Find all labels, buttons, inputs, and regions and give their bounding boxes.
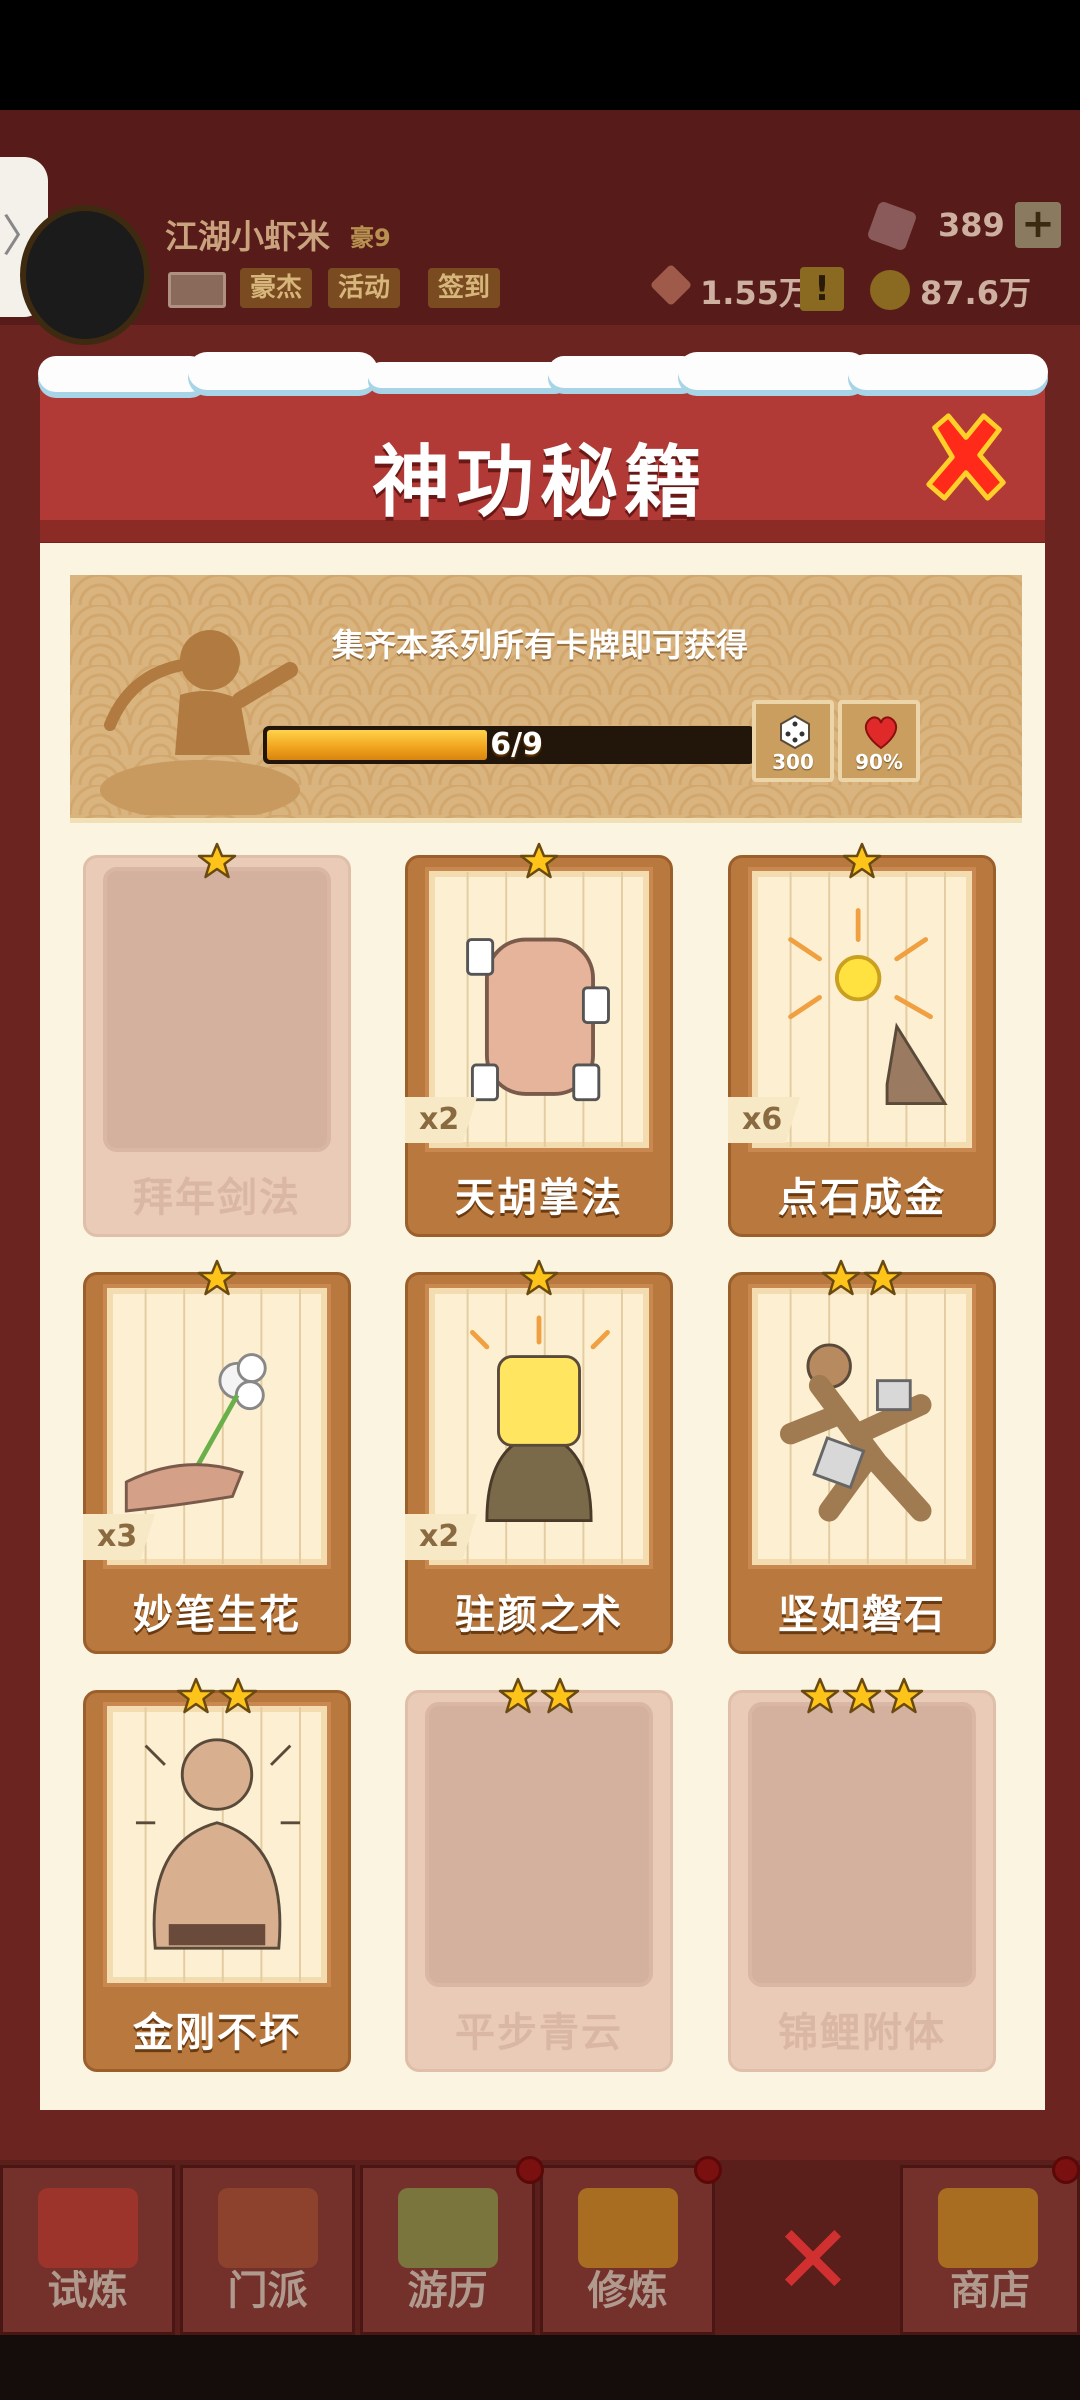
heroes-button[interactable]: 豪杰 — [240, 268, 313, 308]
star-icon — [800, 1677, 840, 1714]
card-stars — [83, 1258, 351, 1302]
cultivate-icon — [578, 2188, 678, 2268]
card-stars — [728, 841, 996, 885]
card-stars — [405, 841, 673, 885]
card-name: 金刚不坏 — [133, 2010, 301, 2056]
nav-travel[interactable]: 游历 — [360, 2165, 535, 2335]
banner-hint-text: 集齐本系列所有卡牌即可获得 — [331, 626, 748, 664]
skill-card[interactable]: x6 点石成金 — [728, 842, 996, 1237]
card-name: 拜年剑法 — [133, 1175, 301, 1221]
star-icon — [197, 1259, 237, 1296]
star-icon — [863, 1259, 903, 1296]
travel-icon — [398, 2188, 498, 2268]
snow-decoration — [38, 352, 1050, 400]
star-icon — [842, 842, 882, 879]
avatar[interactable] — [20, 205, 150, 345]
nav-label: 修炼 — [587, 2268, 668, 2314]
card-name: 天胡掌法 — [455, 1175, 623, 1221]
skill-card[interactable]: 拜年剑法 — [83, 842, 351, 1237]
events-button[interactable]: 活动 — [328, 268, 401, 308]
progress-text: 6/9 — [490, 727, 543, 762]
card-stars — [728, 1258, 996, 1302]
skill-card[interactable]: 锦鲤附体 — [728, 1677, 996, 2072]
skill-card[interactable]: 坚如磐石 — [728, 1259, 996, 1654]
reward-label: 300 — [772, 750, 814, 774]
card-art — [103, 1702, 331, 1987]
card-art — [748, 1702, 976, 1987]
star-icon — [540, 1677, 580, 1714]
rock-icon — [779, 1289, 946, 1564]
shop-icon — [938, 2188, 1038, 2268]
skill-card[interactable]: x2 驻颜之术 — [405, 1259, 673, 1654]
skill-card[interactable]: 平步青云 — [405, 1677, 673, 2072]
card-stars — [728, 1676, 996, 1720]
star-icon — [519, 1259, 559, 1296]
card-stars — [405, 1676, 673, 1720]
gem-count: 389 — [938, 206, 1005, 244]
star-icon — [218, 1677, 258, 1714]
mail-icon[interactable] — [168, 272, 226, 308]
card-art — [103, 867, 331, 1152]
star-icon — [498, 1677, 538, 1714]
card-stars — [405, 1258, 673, 1302]
sect-icon — [218, 2188, 318, 2268]
player-name: 江湖小虾米 — [165, 217, 330, 256]
coin-count: 87.6万 — [920, 274, 1031, 312]
card-art — [748, 1284, 976, 1569]
close-icon — [926, 413, 1006, 501]
card-name: 点石成金 — [778, 1175, 946, 1221]
nav-close-icon[interactable]: ✕ — [768, 2205, 858, 2315]
reward-heart[interactable]: 90% — [838, 700, 920, 782]
trial-icon — [38, 2188, 138, 2268]
card-stars — [83, 841, 351, 885]
skill-card[interactable]: x2 天胡掌法 — [405, 842, 673, 1237]
add-gems-button[interactable]: + — [1015, 202, 1061, 248]
notification-dot — [1052, 2156, 1080, 2184]
nav-trial[interactable]: 试炼 — [0, 2165, 175, 2335]
nav-shop[interactable]: 商店 — [900, 2165, 1080, 2335]
card-name: 妙笔生花 — [133, 1592, 301, 1638]
close-button[interactable] — [917, 408, 1015, 506]
skill-card[interactable]: 金刚不坏 — [83, 1677, 351, 2072]
status-bar — [0, 0, 1080, 110]
card-name: 坚如磐石 — [778, 1592, 946, 1638]
checkin-button[interactable]: 签到 — [428, 268, 501, 308]
card-stars — [83, 1676, 351, 1720]
muscle-icon — [135, 1707, 301, 1982]
card-name: 平步青云 — [455, 2010, 623, 2056]
nav-cultivate[interactable]: 修炼 — [540, 2165, 715, 2335]
nav-sect[interactable]: 门派 — [180, 2165, 355, 2335]
alert-button[interactable]: ! — [800, 267, 844, 311]
player-rank: 豪9 — [350, 224, 391, 252]
power-value: 1.55万 — [700, 274, 811, 312]
star-icon — [842, 1677, 882, 1714]
star-icon — [176, 1677, 216, 1714]
nav-label: 游历 — [407, 2268, 488, 2314]
dice-icon — [780, 714, 810, 750]
nav-label: 试炼 — [47, 2268, 128, 2314]
reward-banner — [70, 575, 1022, 823]
star-icon — [821, 1259, 861, 1296]
skill-card[interactable]: x3 妙笔生花 — [83, 1259, 351, 1654]
reward-dice[interactable]: 300 — [752, 700, 834, 782]
card-name: 锦鲤附体 — [778, 2010, 946, 2056]
card-name: 驻颜之术 — [455, 1592, 623, 1638]
nav-label: 商店 — [950, 2268, 1030, 2314]
heart-icon — [864, 716, 898, 750]
reward-label: 90% — [855, 750, 903, 774]
notification-dot — [694, 2156, 722, 2184]
star-icon — [884, 1677, 924, 1714]
star-icon — [519, 842, 559, 879]
system-nav-bar — [0, 2335, 1080, 2400]
card-art — [425, 1702, 653, 1987]
nav-label: 门派 — [227, 2268, 308, 2314]
top-header — [0, 110, 1080, 325]
coin-icon — [870, 270, 910, 310]
star-icon — [197, 842, 237, 879]
notification-dot — [516, 2156, 544, 2184]
